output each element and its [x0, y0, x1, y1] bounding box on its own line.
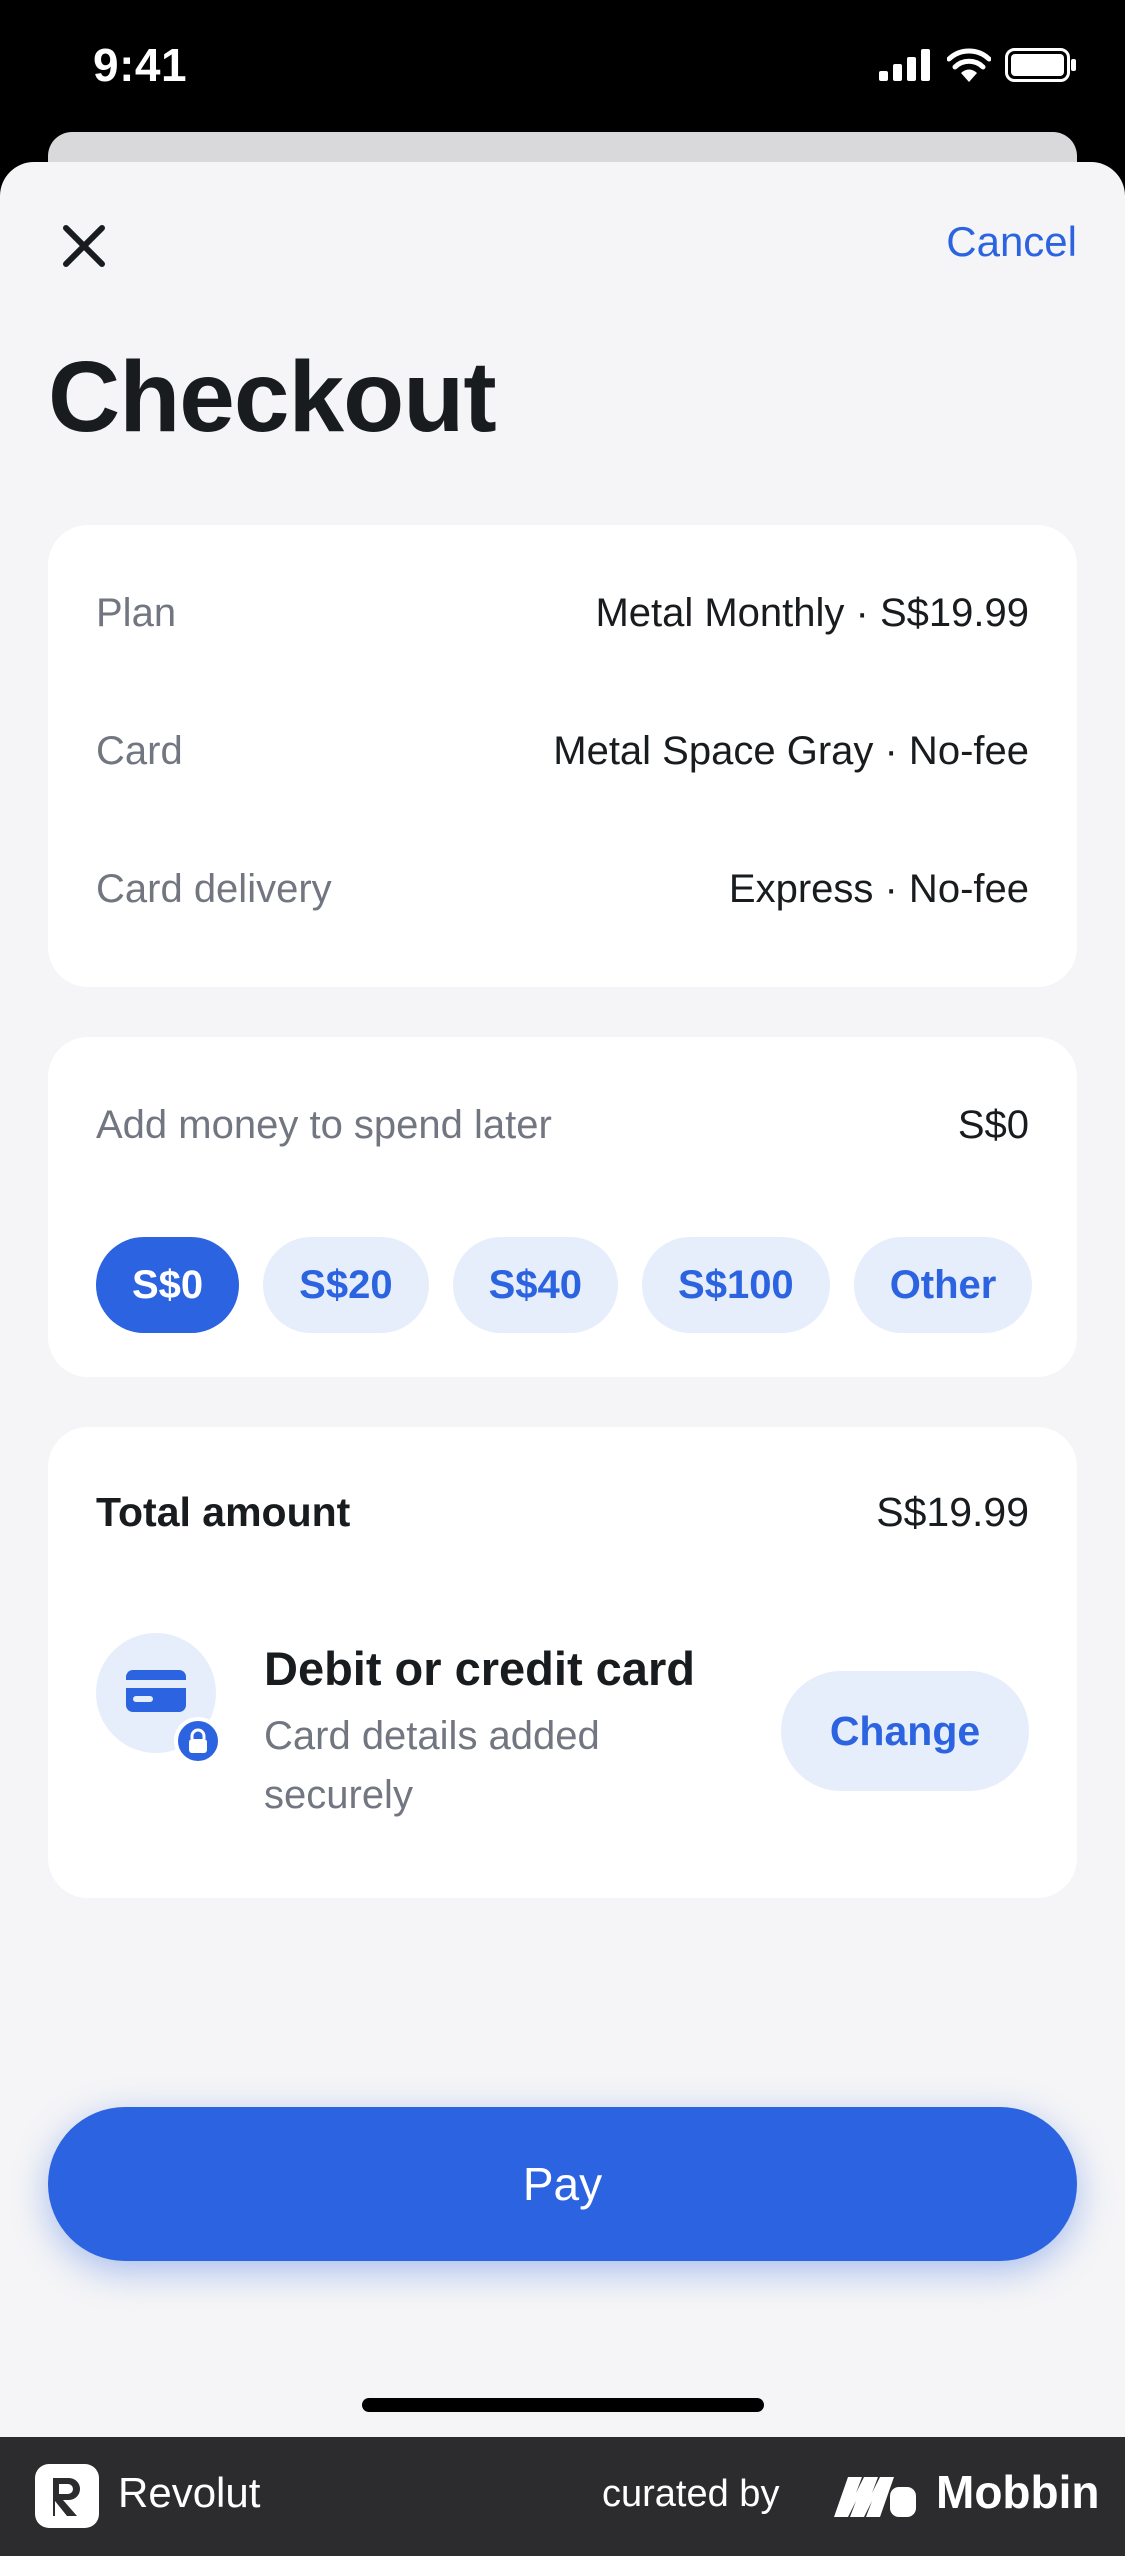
- home-indicator: [362, 2398, 764, 2412]
- add-money-amount: S$0: [957, 1103, 1029, 1147]
- payment-card: Total amount S$19.99 Debit or credit car…: [48, 1427, 1077, 1898]
- app-name: Revolut: [118, 2469, 261, 2516]
- total-value: S$19.99: [876, 1489, 1029, 1535]
- status-bar: 9:41: [0, 0, 1125, 140]
- add-money-row: Add money to spend later S$0: [96, 1103, 1029, 1148]
- amount-chip-other[interactable]: Other: [853, 1237, 1033, 1333]
- status-time: 9:41: [93, 39, 188, 91]
- payment-method-title: Debit or credit card: [264, 1642, 695, 1695]
- add-money-card: Add money to spend later S$0 S$0 S$20 S$…: [48, 1037, 1077, 1377]
- summary-value: Metal Space Gray · No-fee: [553, 729, 1029, 773]
- total-label: Total amount: [96, 1489, 351, 1535]
- amount-chip-20[interactable]: S$20: [263, 1237, 429, 1333]
- summary-row-plan: Plan Metal Monthly · S$19.99: [96, 591, 1029, 636]
- close-icon: [63, 225, 105, 267]
- lock-badge: [174, 1717, 222, 1765]
- amount-chip-40[interactable]: S$40: [452, 1237, 619, 1333]
- summary-value: Metal Monthly · S$19.99: [595, 591, 1029, 635]
- summary-label: Plan: [96, 591, 177, 635]
- summary-value: Express · No-fee: [728, 867, 1029, 911]
- summary-row-card: Card Metal Space Gray · No-fee: [96, 729, 1029, 774]
- payment-method-subtitle: Card details added securely: [264, 1714, 600, 1817]
- cancel-button[interactable]: Cancel: [946, 218, 1077, 266]
- add-money-label: Add money to spend later: [96, 1103, 552, 1147]
- status-icons: [879, 48, 1077, 82]
- page-title: Checkout: [48, 341, 497, 453]
- brand-name: Mobbin: [936, 2466, 1100, 2518]
- summary-label: Card: [96, 729, 183, 773]
- wifi-icon: [947, 48, 991, 82]
- order-summary-card: Plan Metal Monthly · S$19.99 Card Metal …: [48, 525, 1077, 987]
- revolut-logo: [35, 2464, 99, 2528]
- mobbin-logo-icon: [834, 2477, 916, 2517]
- pay-button[interactable]: Pay: [48, 2107, 1077, 2261]
- amount-chips: S$0 S$20 S$40 S$100 Other: [96, 1237, 1033, 1333]
- change-payment-button[interactable]: Change: [781, 1671, 1029, 1791]
- summary-label: Card delivery: [96, 867, 332, 911]
- cellular-signal-icon: [879, 49, 930, 81]
- curated-by-label: curated by: [602, 2473, 780, 2515]
- amount-chip-0[interactable]: S$0: [96, 1237, 240, 1333]
- total-row: Total amount S$19.99: [96, 1489, 1029, 1536]
- amount-chip-100[interactable]: S$100: [642, 1237, 830, 1333]
- summary-row-delivery: Card delivery Express · No-fee: [96, 867, 1029, 912]
- battery-icon: [1005, 48, 1076, 82]
- footer-bar: Revolut curated by Mobbin: [0, 2437, 1125, 2556]
- revolut-r-icon: [53, 2478, 80, 2516]
- close-button[interactable]: [50, 212, 118, 280]
- lock-icon: [189, 1728, 207, 1753]
